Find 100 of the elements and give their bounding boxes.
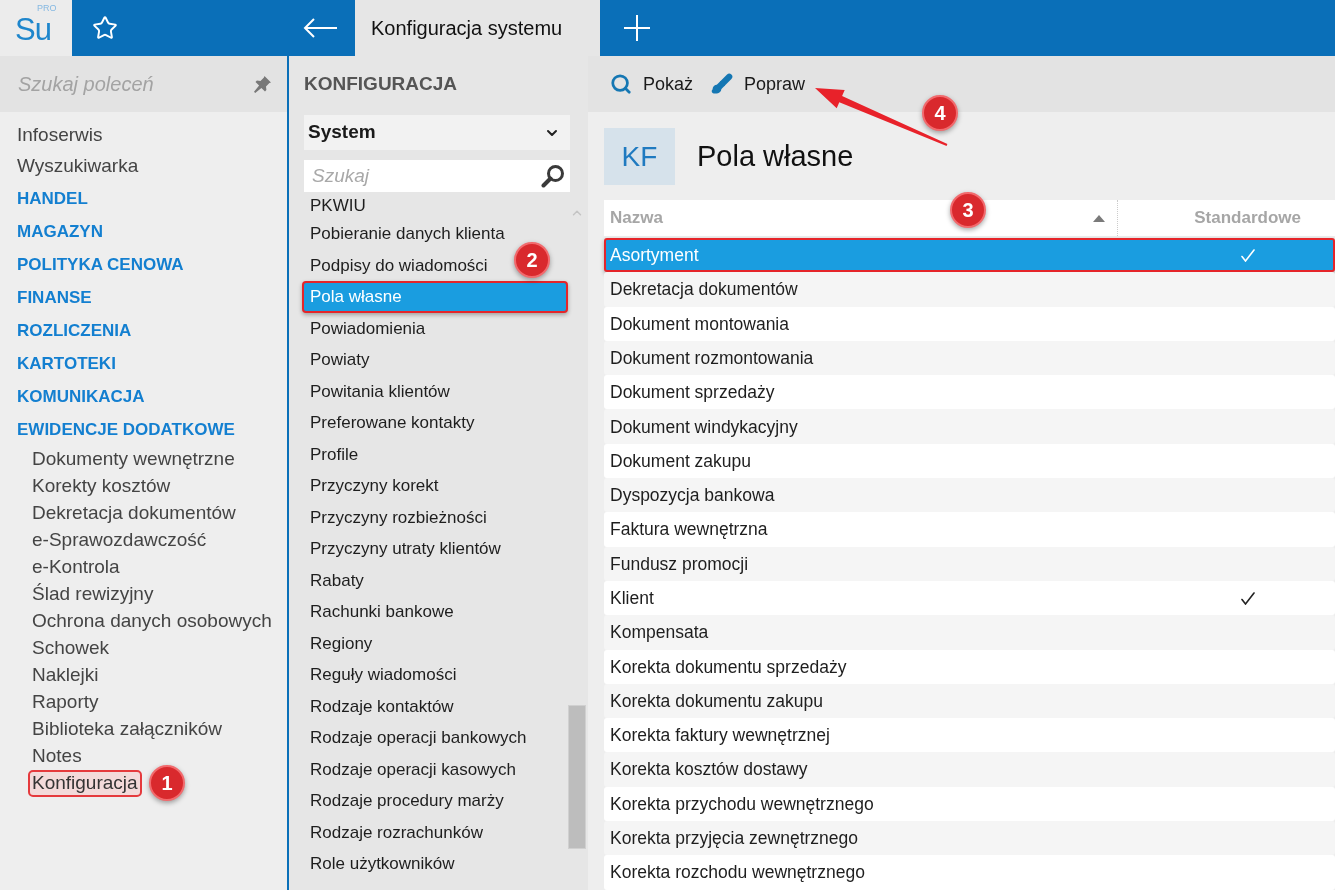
table-cell-text: Dyspozycja bankowa xyxy=(609,484,776,508)
nav-section[interactable]: KARTOTEKI xyxy=(0,347,287,380)
table-cell-text: Fundusz promocji xyxy=(609,552,750,576)
nav-item[interactable]: Dekretacja dokumentów xyxy=(28,500,240,527)
list-item[interactable]: Rabaty xyxy=(302,564,368,596)
table-cell-text: Dokument zakupu xyxy=(609,449,753,473)
table-cell-text: Korekta rozchodu wewnętrznego xyxy=(609,861,866,885)
list-item[interactable]: Rodzaje rozrachunków xyxy=(302,816,487,848)
table-row[interactable]: Korekta kosztów dostawy xyxy=(604,752,1335,787)
table-row[interactable]: Dokument windykacyjny xyxy=(604,409,1335,444)
table-cell-text: Korekta przychodu wewnętrznego xyxy=(609,792,875,816)
logo-text: Su xyxy=(15,15,51,45)
list-item[interactable]: Przyczyny korekt xyxy=(302,470,443,502)
table-row[interactable]: Kompensata xyxy=(604,615,1335,650)
list-item[interactable]: Przyczyny utraty klientów xyxy=(302,533,505,565)
nav-item[interactable]: Konfiguracja xyxy=(28,770,142,797)
nav-item[interactable]: e-Sprawozdawczość xyxy=(28,527,211,554)
table-row[interactable]: Klient xyxy=(604,580,1335,616)
list-item[interactable]: Role użytkowników xyxy=(302,848,459,880)
list-item[interactable]: Podpisy do wiadomości xyxy=(302,249,492,281)
toolbar-button[interactable]: Pokaż xyxy=(610,66,694,102)
table-cell-text: Korekta dokumentu sprzedaży xyxy=(609,655,848,679)
table-cell-text: Faktura wewnętrzna xyxy=(609,518,769,542)
table-row[interactable]: Faktura wewnętrzna xyxy=(604,512,1335,547)
search-field[interactable]: Szukaj xyxy=(304,160,570,192)
table-cell-text: Korekta kosztów dostawy xyxy=(609,758,809,782)
nav-item[interactable]: Raporty xyxy=(28,689,103,716)
table-row[interactable]: Korekta dokumentu zakupu xyxy=(604,683,1335,719)
table-row[interactable]: Dokument montowania xyxy=(604,306,1335,341)
table-cell-text: Dekretacja dokumentów xyxy=(609,278,799,302)
annotation-badge: 3 xyxy=(950,192,986,228)
list-item[interactable]: Przyczyny rozbieżności xyxy=(302,501,491,533)
sort-ascending-icon[interactable] xyxy=(1093,214,1105,222)
list-item[interactable]: Rodzaje operacji bankowych xyxy=(302,722,531,754)
list-item[interactable]: Rodzaje operacji kasowych xyxy=(302,753,520,785)
list-item[interactable]: Rachunki bankowe xyxy=(302,596,458,628)
scrollbar-thumb[interactable] xyxy=(568,705,586,849)
list-item[interactable]: Preferowane kontakty xyxy=(302,407,479,439)
nav-item[interactable]: Ochrona danych osobowych xyxy=(28,608,276,635)
list-item[interactable]: Reguły wiadomości xyxy=(302,659,461,691)
nav-section[interactable]: MAGAZYN xyxy=(0,215,287,248)
table-cell-text: Korekta przyjęcia zewnętrznego xyxy=(609,827,860,851)
nav-section[interactable]: EWIDENCJE DODATKOWE xyxy=(0,413,287,446)
category-dropdown[interactable]: System xyxy=(304,115,570,150)
table-cell-text: Korekta dokumentu zakupu xyxy=(609,689,825,713)
nav-item[interactable]: Schowek xyxy=(28,635,114,662)
table-row[interactable]: Dokument sprzedaży xyxy=(604,375,1335,410)
table-row[interactable]: Korekta dokumentu sprzedaży xyxy=(604,649,1335,684)
nav-item[interactable]: Notes xyxy=(28,743,86,770)
brush-icon xyxy=(711,73,734,95)
star-icon xyxy=(92,15,118,41)
table-cell-text: Dokument montowania xyxy=(609,312,790,336)
nav-section[interactable]: FINANSE xyxy=(0,281,287,314)
nav-section[interactable]: ROZLICZENIA xyxy=(0,314,287,347)
table-row[interactable]: Korekta przyjęcia zewnętrznego xyxy=(604,821,1335,856)
plus-icon xyxy=(624,15,650,41)
toolbar-button[interactable]: Popraw xyxy=(711,66,806,102)
nav-section[interactable]: POLITYKA CENOWA xyxy=(0,248,287,281)
nav-link[interactable]: Infoserwis xyxy=(0,120,287,151)
table-row[interactable]: Korekta przychodu wewnętrznego xyxy=(604,786,1335,822)
list-item[interactable]: Powitania klientów xyxy=(302,375,454,407)
table-row[interactable]: Korekta rozchodu wewnętrznego xyxy=(604,855,1335,890)
table-cell-text: Dokument sprzedaży xyxy=(609,381,776,405)
list-item[interactable]: Rodzaje kontaktów xyxy=(302,690,458,722)
column-title: Standardowe xyxy=(1194,207,1301,230)
table-cell-text: Kompensata xyxy=(609,621,710,645)
nav-item[interactable]: Dokumenty wewnętrzne xyxy=(28,446,239,473)
table-row[interactable]: Korekta faktury wewnętrznej xyxy=(604,718,1335,753)
table-cell-text: Dokument rozmontowania xyxy=(609,346,815,370)
list-item[interactable]: Powiaty xyxy=(302,344,374,376)
list-item[interactable]: Profile xyxy=(302,438,363,470)
table-row[interactable]: Fundusz promocji xyxy=(604,546,1335,581)
nav-item[interactable]: Korekty kosztów xyxy=(28,473,175,500)
nav-item[interactable]: e-Kontrola xyxy=(28,554,124,581)
column-title: Nazwa xyxy=(610,207,663,230)
list-item[interactable]: Powiadomienia xyxy=(302,312,430,344)
list-item[interactable]: Pobieranie danych klienta xyxy=(302,218,509,250)
page-title: Pola własne xyxy=(697,138,854,174)
command-search-bar[interactable]: Szukaj poleceń xyxy=(0,56,287,112)
nav-section[interactable]: HANDEL xyxy=(0,182,287,215)
nav-item[interactable]: Ślad rewizyjny xyxy=(28,581,158,608)
table-row[interactable]: Dyspozycja bankowa xyxy=(604,478,1335,513)
table-cell-text: Klient xyxy=(609,587,655,610)
pin-icon[interactable] xyxy=(254,75,271,93)
search-icon xyxy=(610,73,632,95)
nav-item[interactable]: Biblioteka załączników xyxy=(28,716,227,743)
module-badge: KF xyxy=(604,128,675,185)
list-item[interactable]: Rodzaje procedury marży xyxy=(302,785,508,817)
tab[interactable]: Konfiguracja systemu xyxy=(355,0,600,56)
nav-section[interactable]: KOMUNIKACJA xyxy=(0,380,287,413)
nav-item[interactable]: Naklejki xyxy=(28,662,103,689)
list-item[interactable]: PKWIU xyxy=(302,194,370,218)
nav-link[interactable]: Wyszukiwarka xyxy=(0,151,287,182)
search-icon[interactable] xyxy=(541,164,565,188)
table-row[interactable]: Dokument zakupu xyxy=(604,443,1335,479)
table-row[interactable]: Dekretacja dokumentów xyxy=(604,272,1335,307)
list-item[interactable]: Regiony xyxy=(302,627,377,659)
command-search-field[interactable]: Szukaj poleceń xyxy=(18,66,246,102)
table-cell-text: Korekta faktury wewnętrznej xyxy=(609,724,831,748)
table-row[interactable]: Dokument rozmontowania xyxy=(604,340,1335,376)
